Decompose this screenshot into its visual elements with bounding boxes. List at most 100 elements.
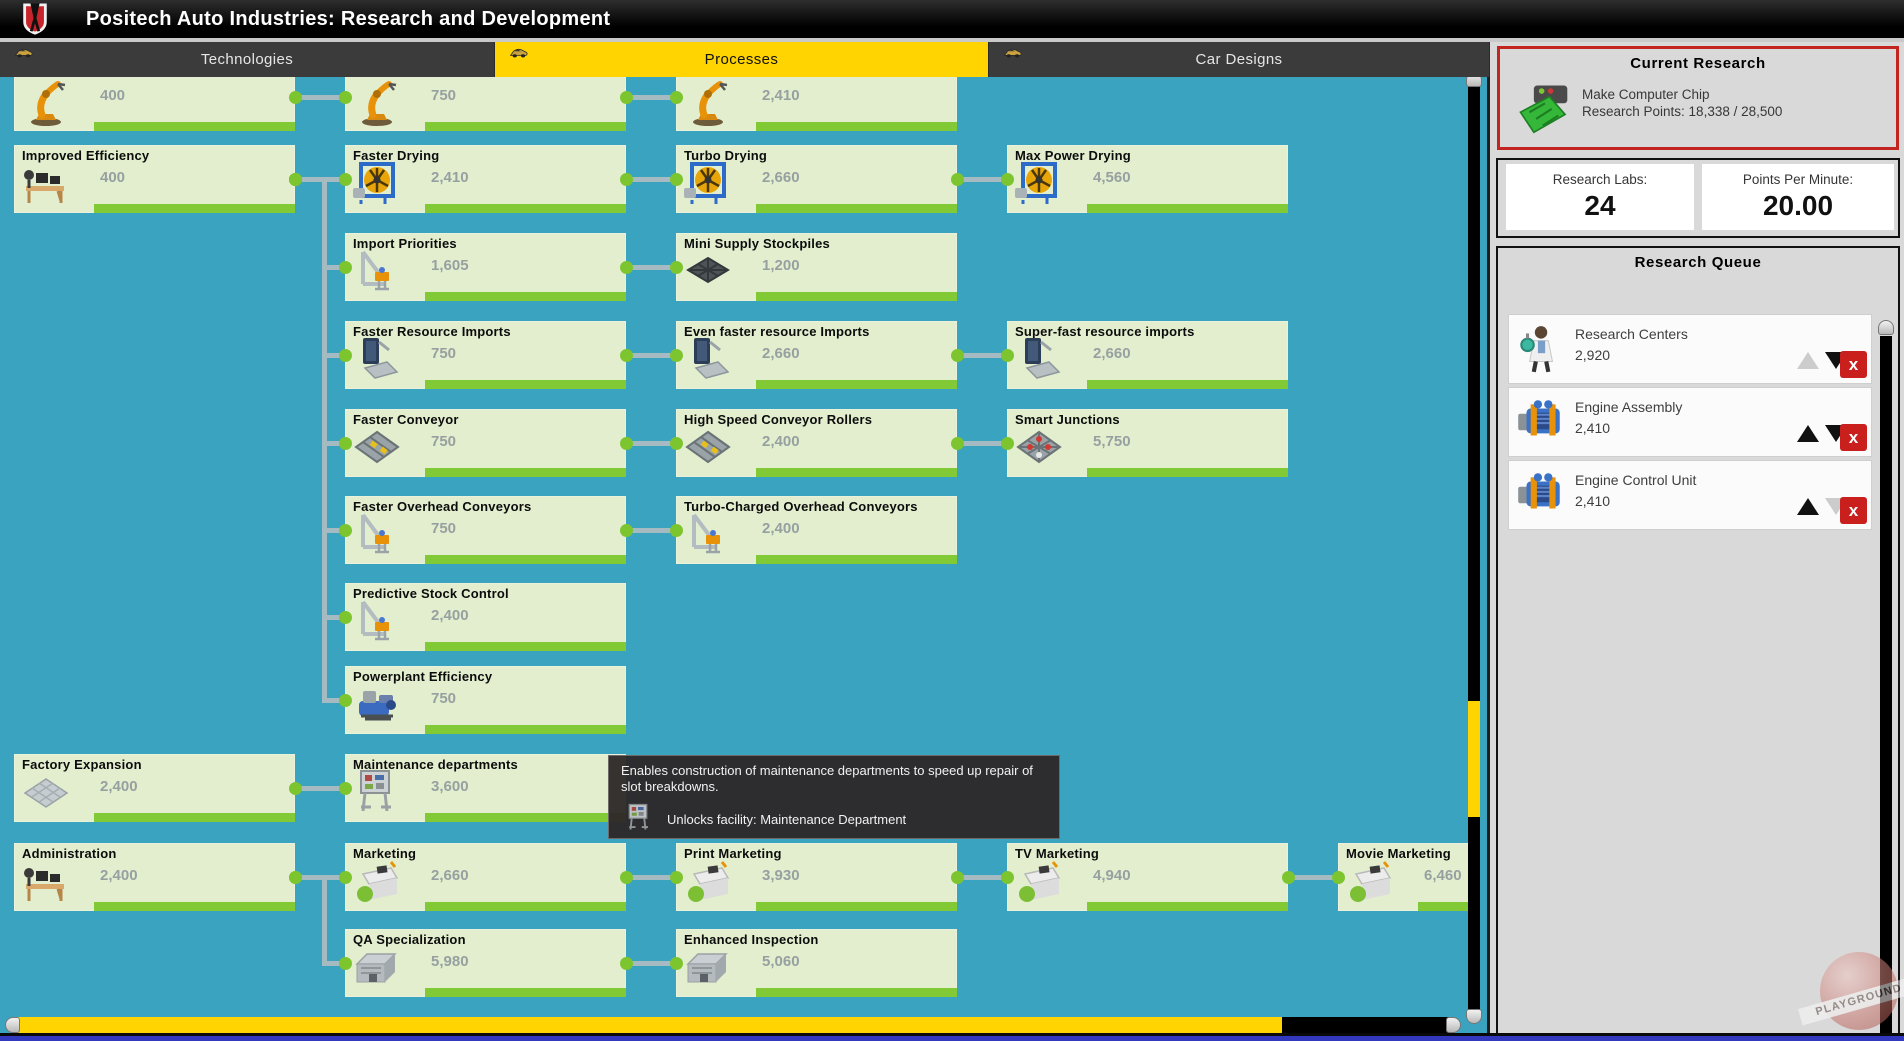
tab-technologies[interactable]: Technologies [0,42,495,77]
connector-dot [338,348,352,362]
research-node-enhanced-inspection[interactable]: Enhanced Inspection 5,060 [676,929,957,997]
connector-dot [1000,348,1014,362]
connector-dot [669,348,683,362]
connector-dot [1331,870,1345,884]
node-progress-bar [425,642,626,651]
connector-dot [619,956,633,970]
connector-dot [619,436,633,450]
tab-car-designs[interactable]: Car Designs [989,42,1490,77]
connector-dot [619,870,633,884]
vertical-scrollbar-track[interactable] [1468,84,1480,1012]
node-progress-bar [425,292,626,301]
research-labs-cell: Research Labs: 24 [1506,164,1694,230]
current-research-points: Research Points: 18,338 / 28,500 [1582,104,1783,119]
move-up-button[interactable] [1797,352,1819,369]
scroll-left-button[interactable] [5,1017,20,1033]
tab-processes[interactable]: Processes [495,42,989,77]
right-panel: Current Research Make Computer Chip Rese… [1490,42,1904,1041]
research-node-even-faster-resource-imports[interactable]: Even faster resource Imports 2,660 [676,321,957,389]
research-node-turbo-charged-overhead-conveyors[interactable]: Turbo-Charged Overhead Conveyors 2,400 [676,496,957,564]
research-node-faster-drying[interactable]: Faster Drying 2,410 [345,145,626,213]
node-progress-bar [94,813,295,822]
node-cost: 750 [431,690,457,707]
dependency-line [626,352,676,358]
office-desk-icon [24,868,64,901]
connector-dot [288,781,302,795]
research-node-movie-marketing[interactable]: Movie Marketing 6,460 [1338,843,1468,911]
remove-from-queue-button[interactable]: x [1840,497,1867,524]
connector-dot [338,781,352,795]
points-per-minute-label: Points Per Minute: [1742,172,1854,187]
research-node-tv-marketing[interactable]: TV Marketing 4,940 [1007,843,1288,911]
dependency-line [626,960,676,966]
connector-dot [1000,870,1014,884]
robot-arm-icon [362,81,397,126]
node-progress-bar [425,468,626,477]
research-node-mini-supply-stockpiles[interactable]: Mini Supply Stockpiles 1,200 [676,233,957,301]
node-cost: 2,400 [100,867,138,884]
node-progress-bar [756,468,957,477]
node-cost: 2,410 [431,169,469,186]
connector-dot [338,260,352,274]
research-node-super-fast-resource-imports[interactable]: Super-fast resource imports 2,660 [1007,321,1288,389]
remove-from-queue-button[interactable]: x [1840,351,1867,378]
connector-dot [288,172,302,186]
research-node-improved-efficiency[interactable]: Improved Efficiency 400 [14,145,295,213]
dependency-line [322,176,327,703]
vertical-scrollbar-thumb[interactable] [1468,701,1480,817]
window-title: Positech Auto Industries: Research and D… [86,7,611,30]
research-node-maintenance-departments[interactable]: Maintenance departments 3,600 [345,754,626,822]
research-node-max-power-drying[interactable]: Max Power Drying 4,560 [1007,145,1288,213]
titlebar-separator [0,38,1904,42]
node-cost: 5,980 [431,953,469,970]
queue-scrollbar-track[interactable] [1880,336,1892,1041]
research-node-high-speed-conveyor-rollers[interactable]: High Speed Conveyor Rollers 2,400 [676,409,957,477]
connector-dot [619,260,633,274]
queue-scroll-up-button[interactable] [1878,320,1894,335]
node-cost: 6,460 [1424,867,1462,884]
conveyor-icon [354,430,400,464]
research-node-turbo-drying[interactable]: Turbo Drying 2,660 [676,145,957,213]
research-node-import-priorities[interactable]: Import Priorities 1,605 [345,233,626,301]
node-cost: 2,660 [431,867,469,884]
scroll-down-button[interactable] [1466,1009,1482,1024]
gantry-crane-icon [692,513,720,554]
node-cost: 2,660 [762,345,800,362]
dependency-line [626,440,676,446]
queue-item-cost: 2,410 [1575,420,1611,436]
connector-dot [669,436,683,450]
conveyor-icon [685,430,731,464]
move-up-button[interactable] [1797,425,1819,442]
move-up-button[interactable] [1797,498,1819,515]
research-node-qa-specialization[interactable]: QA Specialization 5,980 [345,929,626,997]
node-cost: 2,410 [762,87,800,104]
panel-border [1487,42,1490,1041]
research-node-print-marketing[interactable]: Print Marketing 3,930 [676,843,957,911]
engine-machine-icon [1518,473,1560,509]
sign-icon [628,803,648,830]
research-node-faster-overhead-conveyors[interactable]: Faster Overhead Conveyors 750 [345,496,626,564]
drying-fan-icon [1015,162,1057,204]
research-node-powerplant-efficiency[interactable]: Powerplant Efficiency 750 [345,666,626,734]
research-node-smart-junctions[interactable]: Smart Junctions 5,750 [1007,409,1288,477]
research-node-faster-conveyor[interactable]: Faster Conveyor 750 [345,409,626,477]
scientist-icon [1520,326,1554,373]
research-queue-title: Research Queue [1634,254,1762,271]
research-node-factory-expansion[interactable]: Factory Expansion 2,400 [14,754,295,822]
dependency-line [626,176,676,182]
remove-from-queue-button[interactable]: x [1840,424,1867,451]
research-node-administration[interactable]: Administration 2,400 [14,843,295,911]
node-progress-bar [756,988,957,997]
research-node-predictive-stock-control[interactable]: Predictive Stock Control 2,400 [345,583,626,651]
node-progress-bar [425,725,626,734]
import-bay-icon [694,338,730,379]
research-tree: 400 750 2,410 Improved Efficiency 400 Faster … [0,0,1468,1041]
research-node-faster-resource-imports[interactable]: Faster Resource Imports 750 [345,321,626,389]
connector-dot [338,610,352,624]
connector-dot [669,90,683,104]
research-node-marketing[interactable]: Marketing 2,660 [345,843,626,911]
node-progress-bar [756,204,957,213]
research-labs-value: 24 [1584,190,1616,221]
connector-dot [288,870,302,884]
horizontal-scrollbar-thumb[interactable] [16,1017,1282,1033]
